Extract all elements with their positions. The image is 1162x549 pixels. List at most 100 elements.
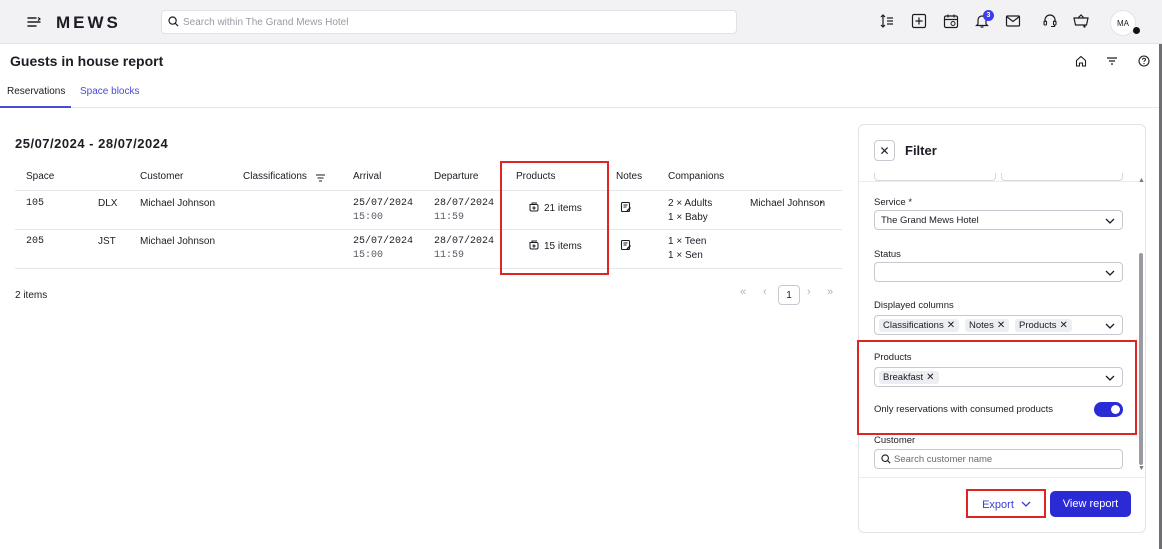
panel-divider [859,181,1145,182]
sort-icon[interactable] [877,11,897,31]
notes-icon[interactable] [620,239,632,254]
customer-search-placeholder: Search customer name [894,454,993,465]
arrival-date: 25/07/2024 [353,198,414,209]
hidden-field-above [874,173,996,181]
departure-date: 28/07/2024 [434,236,495,247]
next-page-icon[interactable]: › [807,286,811,298]
column-header-notes: Notes [616,171,643,182]
filter-icon[interactable] [1105,54,1119,68]
table-divider [15,268,842,269]
space-type: DLX [98,198,118,209]
column-header-companions: Companions [668,171,725,182]
service-label: Service * [874,197,913,208]
departure-time: 11:59 [434,212,465,223]
menu-icon[interactable] [24,12,44,32]
column-header-departure: Departure [434,171,479,182]
tab-space-blocks[interactable]: Space blocks [80,86,139,97]
search-input[interactable] [183,14,723,30]
notification-badge: 3 [983,10,994,21]
companions-count: 1 × Sen [668,250,703,261]
filter-title: Filter [905,143,937,158]
companions-count: 2 × Adults [668,198,713,209]
search-icon [168,16,179,30]
chip-label: Notes [969,320,994,331]
report-tabs: Reservations Space blocks [0,80,1162,108]
more-icon[interactable]: • [820,198,823,207]
marketplace-icon[interactable] [1071,11,1091,31]
hidden-field-above [1001,173,1123,181]
displayed-columns-label: Displayed columns [874,300,954,311]
space-number: 105 [26,198,45,209]
column-filter-icon[interactable] [313,171,327,185]
space-type: JST [98,236,116,247]
items-count: 2 items [15,290,48,301]
column-header-arrival: Arrival [353,171,382,182]
status-select[interactable] [874,262,1123,282]
chip-label: Classifications [883,320,944,331]
status-label: Status [874,249,901,260]
service-value: The Grand Mews Hotel [881,215,979,226]
tab-reservations[interactable]: Reservations [7,86,65,97]
first-page-icon[interactable]: « [740,286,746,298]
space-number: 205 [26,236,45,247]
help-icon[interactable] [1137,54,1151,68]
customer-search-field[interactable]: Search customer name [874,449,1123,469]
top-bar: MEWS 3 MA [0,0,1162,44]
panel-footer-divider [859,477,1145,478]
service-select[interactable]: The Grand Mews Hotel [874,210,1123,230]
close-icon[interactable]: ✕ [874,140,895,161]
add-icon[interactable] [909,11,929,31]
table-divider [15,190,842,191]
departure-time: 11:59 [434,250,465,261]
column-chip: Classifications ✕ [879,319,960,332]
previous-page-icon[interactable]: ‹ [763,286,767,298]
customer-label: Customer [874,435,916,446]
displayed-columns-select[interactable]: Classifications ✕ Notes ✕ Products ✕ [874,315,1123,335]
customer-name[interactable]: Michael Johnson [140,198,215,209]
last-page-icon[interactable]: » [827,286,833,298]
avatar[interactable]: MA [1110,10,1136,36]
mews-logo[interactable]: MEWS [56,13,121,33]
companions-count: 1 × Baby [668,212,708,223]
column-chip: Notes ✕ [965,319,1010,332]
status-dot-icon [1133,27,1140,34]
date-range-heading: 25/07/2024 - 28/07/2024 [15,136,169,151]
chevron-down-icon [1105,216,1115,228]
mail-icon[interactable] [1003,11,1023,31]
search-icon [881,454,891,467]
view-report-button[interactable]: View report [1050,491,1131,517]
arrival-time: 15:00 [353,250,384,261]
remove-chip-icon[interactable]: ✕ [947,320,955,331]
page-title: Guests in house report [10,53,164,69]
current-page[interactable]: 1 [778,285,800,305]
panel-scrollbar[interactable] [1139,253,1143,465]
column-header-classifications: Classifications [243,171,307,182]
scroll-down-icon[interactable]: ▼ [1138,465,1145,472]
remove-chip-icon[interactable]: ✕ [997,320,1005,331]
column-header-customer: Customer [140,171,184,182]
scroll-up-icon[interactable]: ▲ [1138,177,1145,184]
global-search[interactable] [161,10,737,34]
table-divider [15,229,842,230]
companion-name: Michael Johnson [750,198,826,209]
notes-icon[interactable] [620,201,632,216]
products-filter-highlight [857,340,1137,435]
export-highlight [966,489,1046,518]
chevron-down-icon [1105,321,1115,333]
customer-name[interactable]: Michael Johnson [140,236,215,247]
departure-date: 28/07/2024 [434,198,495,209]
column-chip: Products ✕ [1015,319,1072,332]
calendar-icon[interactable] [941,11,961,31]
chevron-down-icon [1105,268,1115,280]
companions-count: 1 × Teen [668,236,707,247]
arrival-time: 15:00 [353,212,384,223]
chip-label: Products [1019,320,1057,331]
filter-panel: ✕ Filter ▲ Service * The Grand Mews Hote… [858,124,1146,533]
arrival-date: 25/07/2024 [353,236,414,247]
products-column-highlight [500,161,609,275]
active-tab-indicator [0,106,71,108]
support-icon[interactable] [1040,11,1060,31]
remove-chip-icon[interactable]: ✕ [1060,320,1068,331]
home-icon[interactable] [1074,54,1088,68]
column-header-space: Space [26,171,55,182]
